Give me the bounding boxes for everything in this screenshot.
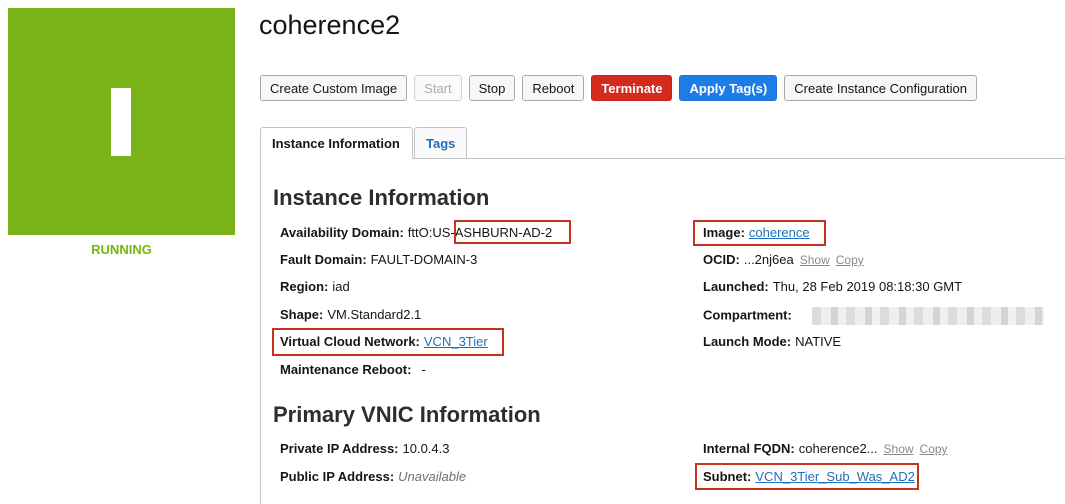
internal-fqdn-value: coherence2...	[798, 441, 878, 456]
launched-value: Thu, 28 Feb 2019 08:18:30 GMT	[772, 279, 963, 294]
launch-mode-label: Launch Mode:	[703, 334, 792, 349]
shape-label: Shape:	[280, 307, 324, 322]
ocid-show-link[interactable]: Show	[800, 253, 830, 267]
availability-domain-label: Availability Domain:	[280, 225, 404, 240]
shape-row: Shape: VM.Standard2.1	[280, 307, 421, 322]
internal-fqdn-label: Internal FQDN:	[703, 441, 795, 456]
instance-status-label: RUNNING	[91, 242, 152, 257]
instance-status-tile	[8, 8, 235, 235]
primary-vnic-heading: Primary VNIC Information	[273, 402, 541, 427]
internal-fqdn-row: Internal FQDN: coherence2... Show Copy	[703, 441, 948, 456]
public-ip-value: Unavailable	[398, 469, 467, 484]
tab-instance-information[interactable]: Instance Information	[260, 127, 413, 159]
compartment-row: Compartment:	[703, 307, 1044, 325]
public-ip-row: Public IP Address: Unavailable	[280, 469, 466, 484]
launched-row: Launched: Thu, 28 Feb 2019 08:18:30 GMT	[703, 279, 962, 294]
highlight-box	[272, 328, 504, 356]
fault-domain-row: Fault Domain: FAULT-DOMAIN-3	[280, 252, 477, 267]
panel-border	[260, 158, 261, 504]
ocid-value: ...2nj6ea	[743, 252, 794, 267]
launch-mode-value: NATIVE	[795, 334, 842, 349]
compartment-label: Compartment:	[703, 307, 792, 323]
region-row: Region: iad	[280, 279, 350, 294]
reboot-button[interactable]: Reboot	[522, 75, 585, 101]
public-ip-label: Public IP Address:	[280, 469, 395, 484]
instance-information-heading: Instance Information	[273, 185, 490, 210]
ocid-row: OCID: ...2nj6ea Show Copy	[703, 252, 864, 267]
region-label: Region:	[280, 279, 329, 294]
fqdn-copy-link[interactable]: Copy	[920, 442, 948, 456]
highlight-box	[454, 220, 571, 244]
private-ip-value: 10.0.4.3	[402, 441, 450, 456]
region-value: iad	[332, 279, 350, 294]
highlight-box	[695, 463, 919, 490]
maintenance-reboot-value: -	[421, 362, 426, 377]
create-custom-image-button[interactable]: Create Custom Image	[260, 75, 408, 101]
private-ip-row: Private IP Address: 10.0.4.3	[280, 441, 450, 456]
stop-button[interactable]: Stop	[468, 75, 516, 101]
shape-value: VM.Standard2.1	[327, 307, 422, 322]
page-title: coherence2	[259, 10, 401, 40]
apply-tags-button[interactable]: Apply Tag(s)	[679, 75, 778, 101]
tab-tags[interactable]: Tags	[414, 127, 467, 158]
launched-label: Launched:	[703, 279, 769, 294]
compartment-value-redacted	[811, 307, 1044, 325]
action-toolbar: Create Custom Image Start Stop Reboot Te…	[260, 75, 977, 101]
highlight-box	[693, 220, 826, 246]
create-instance-configuration-button[interactable]: Create Instance Configuration	[784, 75, 977, 101]
ocid-label: OCID:	[703, 252, 740, 267]
fault-domain-label: Fault Domain:	[280, 252, 367, 267]
launch-mode-row: Launch Mode: NATIVE	[703, 334, 841, 349]
instance-glyph-icon	[111, 88, 131, 156]
maintenance-reboot-row: Maintenance Reboot: -	[280, 362, 426, 377]
fqdn-show-link[interactable]: Show	[884, 442, 914, 456]
start-button[interactable]: Start	[414, 75, 462, 101]
ocid-copy-link[interactable]: Copy	[836, 253, 864, 267]
maintenance-reboot-label: Maintenance Reboot:	[280, 362, 412, 377]
fault-domain-value: FAULT-DOMAIN-3	[370, 252, 478, 267]
terminate-button[interactable]: Terminate	[591, 75, 673, 101]
private-ip-label: Private IP Address:	[280, 441, 399, 456]
tab-bar: Instance Information Tags	[260, 127, 1065, 159]
